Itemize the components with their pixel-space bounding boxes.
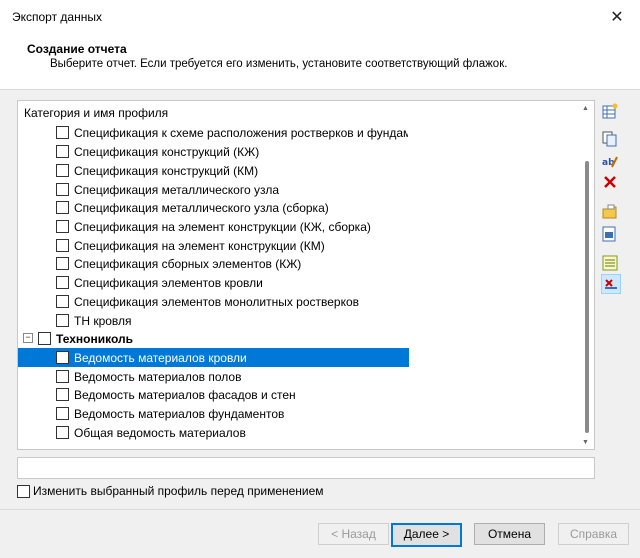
list-item[interactable]: Ведомость материалов полов [18, 367, 578, 386]
footer-divider [0, 509, 640, 510]
list-item-label: Спецификация элементов монолитных ростве… [74, 295, 360, 309]
page-subtitle: Выберите отчет. Если требуется его измен… [50, 58, 508, 70]
list-item-label: Спецификация на элемент конструкции (КМ) [74, 239, 325, 253]
list-item[interactable]: Спецификация на элемент конструкции (КМ) [18, 236, 578, 255]
cancel-button[interactable]: Отмена [474, 523, 545, 545]
window-title: Экспорт данных [12, 10, 102, 24]
next-button[interactable]: Далее > [391, 523, 462, 547]
list-item[interactable]: Ведомость материалов фундаментов [18, 404, 578, 423]
list-header: Категория и имя профиля [18, 101, 594, 123]
scroll-down-icon[interactable]: ▼ [582, 439, 589, 446]
list-item[interactable]: ТН кровля [18, 311, 578, 330]
close-button[interactable]: ✕ [594, 0, 640, 34]
wizard-header: Создание отчета Выберите отчет. Если тре… [0, 34, 640, 90]
collapse-icon[interactable]: − [23, 333, 33, 343]
filter-icon[interactable] [601, 274, 621, 294]
export-profile-icon[interactable] [601, 225, 619, 243]
list-item-label: Общая ведомость материалов [74, 426, 246, 440]
delete-profile-icon[interactable] [601, 173, 619, 191]
scrollbar-thumb[interactable] [585, 161, 589, 433]
checkbox[interactable] [56, 351, 69, 364]
list-item-label: Ведомость материалов фундаментов [74, 407, 285, 421]
checkbox[interactable] [56, 276, 69, 289]
checkbox[interactable] [56, 388, 69, 401]
description-field [17, 457, 595, 479]
scroll-up-icon[interactable]: ▲ [582, 105, 589, 112]
checkbox[interactable] [56, 126, 69, 139]
modify-profile-label: Изменить выбранный профиль перед примене… [33, 484, 324, 498]
list-item[interactable]: Спецификация конструкций (КМ) [18, 161, 578, 180]
help-button[interactable]: Справка [558, 523, 629, 545]
back-button[interactable]: < Назад [318, 523, 389, 545]
new-profile-icon[interactable] [601, 102, 619, 120]
checkbox[interactable] [56, 295, 69, 308]
profile-list[interactable]: Категория и имя профиля Спецификация к с… [17, 100, 595, 450]
list-item[interactable]: Спецификация металлического узла [18, 180, 578, 199]
copy-profile-icon[interactable] [601, 130, 619, 148]
checkbox[interactable] [56, 220, 69, 233]
list-item-label: Ведомость материалов фасадов и стен [74, 388, 296, 402]
checkbox[interactable] [56, 239, 69, 252]
list-header-label: Категория и имя профиля [24, 106, 169, 120]
list-item[interactable]: Общая ведомость материалов [18, 423, 578, 442]
vertical-scrollbar[interactable]: ▲ ▼ [580, 101, 594, 449]
checkbox[interactable] [56, 145, 69, 158]
checkbox[interactable] [56, 370, 69, 383]
list-item-label: Ведомость материалов кровли [74, 351, 247, 365]
list-item[interactable]: Спецификация к схеме расположения ростве… [18, 123, 578, 142]
list-item[interactable]: Спецификация на элемент конструкции (КЖ,… [18, 217, 578, 236]
list-item-label: Спецификация конструкций (КЖ) [74, 145, 260, 159]
open-folder-icon[interactable] [601, 203, 619, 221]
checkbox[interactable] [56, 314, 69, 327]
list-item-label: Спецификация на элемент конструкции (КЖ,… [74, 220, 371, 234]
list-item-label: Ведомость материалов полов [74, 370, 242, 384]
checkbox[interactable] [56, 426, 69, 439]
list-item[interactable]: Спецификация сборных элементов (КЖ) [18, 254, 578, 273]
rename-profile-icon[interactable]: ab [601, 152, 619, 170]
list-item-label: Спецификация элементов кровли [74, 276, 263, 290]
page-title: Создание отчета [27, 42, 127, 56]
checkbox[interactable] [56, 164, 69, 177]
checkbox[interactable] [56, 257, 69, 270]
checkbox[interactable] [56, 201, 69, 214]
modify-profile-checkbox[interactable] [17, 485, 30, 498]
list-item[interactable]: Спецификация конструкций (КЖ) [18, 142, 578, 161]
list-item-selected[interactable]: Ведомость материалов кровли [18, 348, 409, 367]
checkbox[interactable] [56, 407, 69, 420]
list-item[interactable]: Спецификация металлического узла (сборка… [18, 198, 578, 217]
group-label: Технониколь [56, 332, 134, 346]
checkbox[interactable] [56, 183, 69, 196]
group-checkbox[interactable] [38, 332, 51, 345]
close-icon: ✕ [610, 9, 624, 26]
list-item-label: Спецификация конструкций (КМ) [74, 164, 259, 178]
properties-icon[interactable] [601, 254, 619, 272]
list-item-label: Спецификация металлического узла [74, 183, 280, 197]
title-bar: Экспорт данных ✕ [0, 0, 640, 34]
list-item-label: Спецификация металлического узла (сборка… [74, 201, 329, 215]
list-item-label: ТН кровля [74, 314, 132, 328]
group-row-tehnonikol[interactable]: − Технониколь [18, 329, 578, 348]
list-item-label: Спецификация сборных элементов (КЖ) [74, 257, 302, 271]
list-item[interactable]: Ведомость материалов фасадов и стен [18, 385, 578, 404]
list-item[interactable]: Спецификация элементов кровли [18, 273, 578, 292]
list-item[interactable]: Спецификация элементов монолитных ростве… [18, 292, 578, 311]
list-item-label: Спецификация к схеме расположения ростве… [74, 126, 408, 140]
